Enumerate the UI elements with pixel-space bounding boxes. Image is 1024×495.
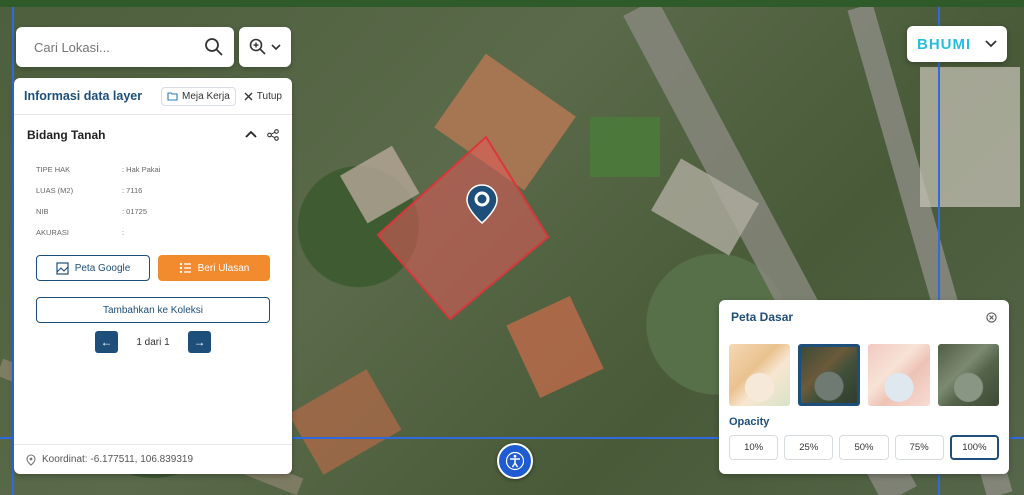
chevron-up-icon[interactable] [245, 130, 257, 140]
google-maps-button[interactable]: Peta Google [36, 255, 150, 281]
review-label: Beri Ulasan [197, 262, 250, 274]
basemap-panel: Peta Dasar Opacity 10% 25% 50% 75% 100% [719, 300, 1009, 474]
attribute-key: LUAS (M2) [36, 186, 74, 195]
opacity-title: Opacity [729, 416, 770, 428]
coordinates-text: Koordinat: -6.177511, 106.839319 [42, 454, 194, 465]
attribute-row: AKURASI: [14, 222, 292, 243]
section-header[interactable]: Bidang Tanah [14, 115, 292, 155]
collection-wrap: Tambahkan ke Koleksi [14, 297, 292, 323]
opacity-option[interactable]: 25% [784, 435, 834, 460]
top-bar [0, 0, 1024, 7]
coordinates-bar: Koordinat: -6.177511, 106.839319 [14, 444, 292, 474]
page-indicator: 1 dari 1 [136, 336, 170, 348]
review-button[interactable]: Beri Ulasan [158, 255, 270, 281]
attribute-key: TIPE HAK [36, 165, 71, 174]
chevron-down-icon [271, 44, 281, 51]
location-icon [26, 453, 36, 466]
attribute-value: : [122, 228, 125, 237]
prev-page-button[interactable]: ← [95, 331, 118, 353]
chevron-down-icon [985, 40, 997, 48]
attribute-row: LUAS (M2) : 7116 [14, 180, 292, 201]
attribute-value: : 01725 [122, 207, 148, 216]
bhumi-logo: BHUMI [917, 35, 972, 53]
search-box[interactable] [16, 27, 234, 67]
opacity-option[interactable]: 75% [894, 435, 944, 460]
building [288, 369, 402, 475]
folder-icon [167, 92, 178, 101]
close-button[interactable]: Tutup [244, 91, 282, 102]
share-icon[interactable] [267, 129, 279, 141]
attribute-row: NIB : 01725 [14, 201, 292, 222]
close-circle-icon[interactable] [986, 311, 997, 323]
workspace-button[interactable]: Meja Kerja [160, 86, 236, 106]
basemap-osm-thumbnail[interactable] [729, 344, 791, 406]
search-icon[interactable] [204, 37, 224, 57]
basemap-light-thumbnail[interactable] [868, 344, 930, 406]
building [506, 295, 604, 399]
basemap-header: Peta Dasar [719, 300, 1009, 334]
green-field [590, 117, 660, 177]
attribute-row: TIPE HAK : Hak Pakai [14, 159, 292, 180]
accessibility-icon [505, 451, 525, 471]
basemap-dark-thumbnail[interactable] [798, 344, 861, 406]
opacity-option[interactable]: 10% [729, 435, 779, 460]
action-buttons: Peta Google Beri Ulasan [14, 255, 292, 281]
map-icon [56, 261, 69, 275]
location-pin-icon[interactable] [466, 184, 498, 224]
accessibility-button[interactable] [497, 443, 533, 479]
close-label: Tutup [256, 90, 282, 102]
zoom-icon [249, 38, 266, 55]
panel-header: Informasi data layer Meja Kerja Tutup [14, 78, 292, 115]
basemap-thumbnails [719, 344, 1009, 406]
add-to-collection-label: Tambahkan ke Koleksi [102, 304, 204, 316]
next-page-button[interactable]: → [188, 331, 211, 353]
list-icon [179, 262, 191, 274]
basemap-satellite-thumbnail[interactable] [937, 344, 999, 406]
attribute-key: NIB [36, 207, 49, 216]
basemap-title: Peta Dasar [731, 310, 794, 324]
section-title: Bidang Tanah [27, 128, 106, 142]
opacity-options: 10% 25% 50% 75% 100% [719, 435, 1009, 460]
zoom-search-button[interactable] [239, 27, 291, 67]
layer-info-panel: Informasi data layer Meja Kerja Tutup Bi… [14, 78, 292, 474]
attribute-value: : Hak Pakai [122, 165, 161, 174]
attribute-key: AKURASI [36, 228, 69, 237]
attribute-value: : 7116 [122, 186, 143, 195]
add-to-collection-button[interactable]: Tambahkan ke Koleksi [36, 297, 270, 323]
brand-switcher[interactable]: BHUMI [907, 26, 1007, 62]
opacity-option[interactable]: 50% [839, 435, 889, 460]
opacity-option-selected[interactable]: 100% [949, 435, 1000, 460]
panel-title: Informasi data layer [24, 89, 143, 103]
pager: ← 1 dari 1 → [14, 331, 292, 353]
close-icon [244, 92, 253, 100]
workspace-label: Meja Kerja [181, 90, 230, 102]
building [920, 67, 1020, 207]
attribute-list: TIPE HAK : Hak Pakai LUAS (M2) : 7116 NIB:… [14, 159, 292, 243]
search-input[interactable] [32, 38, 196, 56]
google-maps-label: Peta Google [74, 262, 131, 274]
